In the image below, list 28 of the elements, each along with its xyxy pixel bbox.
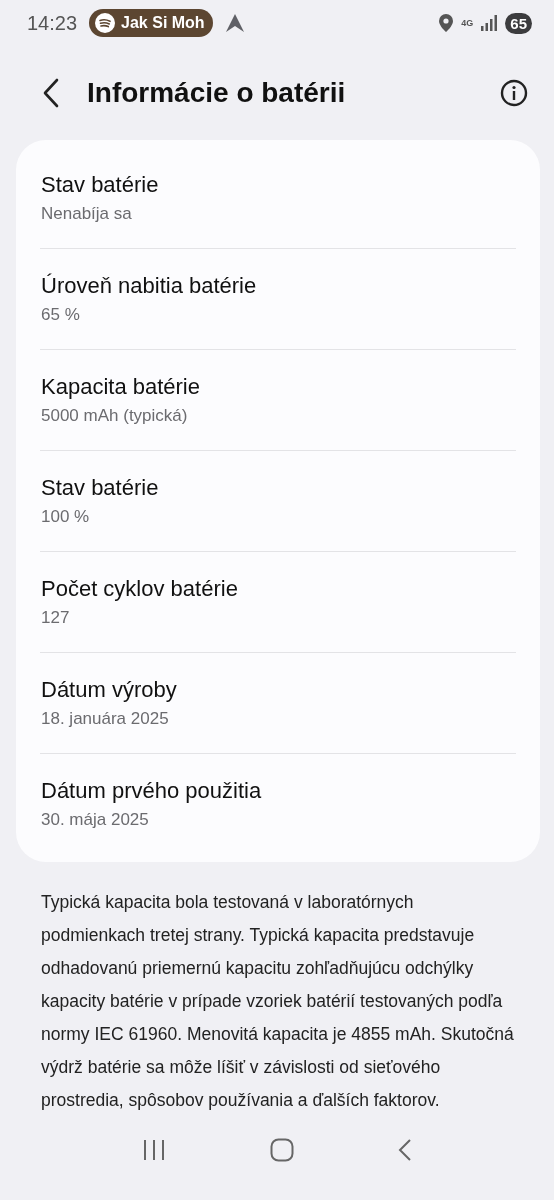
item-value: 30. mája 2025 <box>41 810 150 831</box>
item-title: Stav batérie <box>41 475 160 502</box>
music-app-icon <box>95 13 116 34</box>
home-icon[interactable] <box>270 1137 294 1162</box>
back-icon[interactable] <box>42 78 60 109</box>
page-title: Informácie o batérii <box>87 77 347 110</box>
item-title: Dátum výroby <box>41 677 178 704</box>
item-value: 5000 mAh (typická) <box>41 406 189 427</box>
item-value: 65 % <box>41 305 81 326</box>
navigation-arrow-icon <box>224 13 245 34</box>
item-title: Dátum prvého použitia <box>41 778 263 805</box>
signal-icon <box>481 15 498 32</box>
item-value: 100 % <box>41 507 91 528</box>
location-icon <box>439 14 454 33</box>
item-value: 127 <box>41 608 71 629</box>
network-type: 4G <box>461 18 474 29</box>
item-title: Kapacita batérie <box>41 374 201 401</box>
recent-apps-icon[interactable] <box>142 1138 166 1161</box>
item-value: 18. januára 2025 <box>41 709 170 730</box>
media-chip[interactable]: Jak Si Moh <box>89 9 213 38</box>
item-title: Úroveň nabitia batérie <box>41 273 258 300</box>
item-title: Stav batérie <box>41 172 160 199</box>
info-paragraph: Typická kapacita bola testovaná v laboratórnych podmienkach tretej strany. Typická kapacita predstavuje odhadovanú priemernú kapacitu zohľadňujúcu odchýlky kapacity batérie v prípade vzoriek batérií testovaných podľa normy IEC 61960. Menovitá kapacita je 4855 mAh. Skutočná výdrž batérie sa môže líšiť v závislosti od sieťového prostredia, spôsobov používania a ďalších faktorov. <box>41 891 514 1113</box>
info-icon[interactable] <box>500 79 528 108</box>
status-time: 14:23 <box>27 11 78 35</box>
item-value: Nenabíja sa <box>41 204 133 225</box>
battery-indicator: 65 <box>505 12 532 34</box>
item-title: Počet cyklov batérie <box>41 576 239 603</box>
